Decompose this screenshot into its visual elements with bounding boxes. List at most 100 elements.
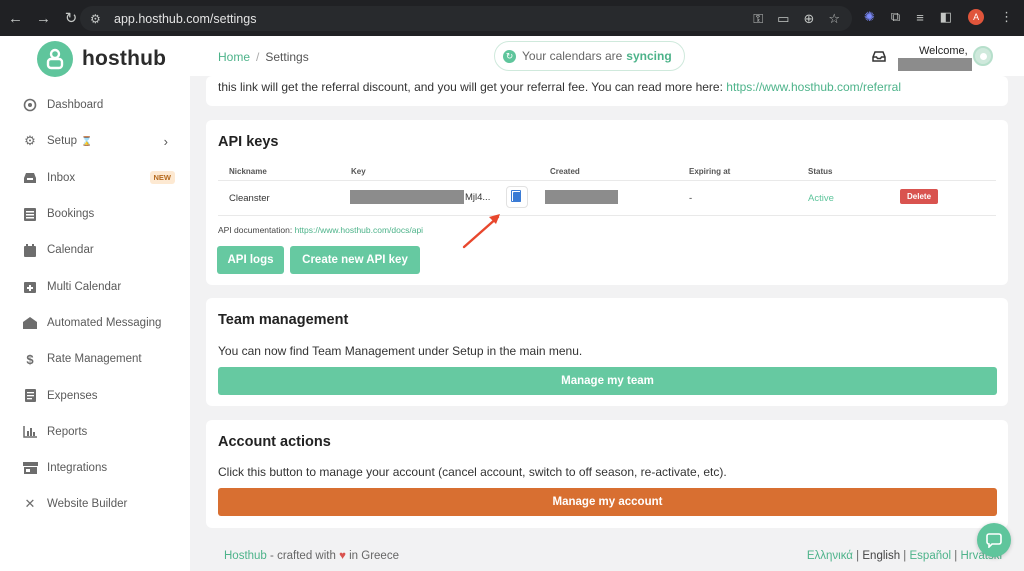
col-status: Status xyxy=(808,167,833,176)
sync-prefix: Your calendars are xyxy=(522,49,623,63)
api-doc-label: API documentation: xyxy=(218,225,293,235)
redacted-key xyxy=(350,190,464,204)
sidebar-item-reports[interactable]: Reports xyxy=(0,414,190,450)
sidebar-item-label: Automated Messaging xyxy=(47,316,162,329)
row-nickname: Cleanster xyxy=(229,193,270,204)
omnibox-actions: ⚿ ▭ ⊕ ☆ xyxy=(753,11,840,27)
row-divider xyxy=(218,215,996,216)
sync-status-pill[interactable]: ↻ Your calendars are syncing xyxy=(494,41,685,71)
sidebar-item-label: Multi Calendar xyxy=(47,280,122,293)
calendar-icon xyxy=(21,243,39,257)
profile-avatar[interactable]: A xyxy=(968,9,985,25)
logo-mark-icon xyxy=(37,41,73,77)
receipt-icon xyxy=(21,389,39,403)
lang-separator: | xyxy=(856,550,860,562)
sidebar-item-automated-messaging[interactable]: Automated Messaging xyxy=(0,305,190,341)
new-badge: NEW xyxy=(149,171,175,185)
logo-text: hosthub xyxy=(82,47,167,70)
gears-icon: ⚙ xyxy=(24,133,36,149)
sidebar-item-expenses[interactable]: Expenses xyxy=(0,377,190,413)
address-url[interactable]: app.hosthub.com/settings xyxy=(114,12,256,26)
sidebar-item-inbox[interactable]: Inbox NEW xyxy=(0,160,190,196)
create-api-key-button[interactable]: Create new API key xyxy=(290,246,420,274)
col-expiring: Expiring at xyxy=(689,167,731,176)
logo[interactable]: hosthub xyxy=(37,41,166,77)
site-info-icon[interactable]: ⚙ xyxy=(90,12,106,26)
account-title: Account actions xyxy=(218,434,331,450)
chevron-right-icon: › xyxy=(163,133,168,149)
api-keys-card: API keys Nickname Key Created Expiring a… xyxy=(206,120,1008,285)
col-created: Created xyxy=(550,167,580,176)
calendar-plus-icon xyxy=(21,280,39,294)
puzzle-icon[interactable]: ⧉ xyxy=(891,9,900,25)
chat-launcher-button[interactable] xyxy=(977,523,1011,557)
sidebar-item-dashboard[interactable]: Dashboard xyxy=(0,87,190,123)
lang-greek[interactable]: Ελληνικά xyxy=(807,550,853,562)
welcome-text: Welcome, xyxy=(919,45,968,57)
lang-spanish[interactable]: Español xyxy=(910,550,952,562)
row-status: Active xyxy=(808,193,834,204)
redacted-username xyxy=(898,58,972,71)
sidebar-item-rate-management[interactable]: $ Rate Management xyxy=(0,341,190,377)
forward-icon[interactable]: → xyxy=(36,10,51,27)
breadcrumb: Home / Settings xyxy=(218,50,309,64)
api-logs-button[interactable]: API logs xyxy=(217,246,284,274)
delete-key-button[interactable]: Delete xyxy=(900,189,939,204)
side-panel-icon[interactable]: ◧ xyxy=(940,9,952,25)
list-icon xyxy=(21,207,39,221)
lang-english[interactable]: English xyxy=(862,550,900,562)
footer-crafted: - crafted with xyxy=(270,550,336,562)
col-key: Key xyxy=(351,167,366,176)
footer-brand[interactable]: Hosthub xyxy=(224,550,267,562)
zoom-icon[interactable]: ⊕ xyxy=(803,11,814,27)
back-icon[interactable]: ← xyxy=(8,10,23,27)
inbox-tray-icon[interactable] xyxy=(872,51,886,65)
sidebar-item-integrations[interactable]: Integrations xyxy=(0,450,190,486)
sidebar-nav: Dashboard ⚙ Setup ⌛ › Inbox NEW Bookings… xyxy=(0,87,190,523)
address-bar[interactable]: ⚙ app.hosthub.com/settings ⚿ ▭ ⊕ ☆ xyxy=(80,6,852,31)
heart-icon: ♥ xyxy=(339,550,346,562)
browser-menu-icon[interactable]: ⋮ xyxy=(1000,9,1013,25)
manage-account-button[interactable]: Manage my account xyxy=(218,488,997,516)
key-icon[interactable]: ⚿ xyxy=(753,11,763,27)
lang-separator: | xyxy=(903,550,907,562)
bookmark-star-icon[interactable]: ☆ xyxy=(828,11,840,27)
lang-separator: | xyxy=(954,550,958,562)
tools-icon: ✕ xyxy=(24,496,36,512)
breadcrumb-current: Settings xyxy=(265,50,309,64)
sidebar-item-label: Dashboard xyxy=(47,99,104,112)
language-switcher: Ελληνικά | English | Español | Hrvatski xyxy=(807,550,1002,562)
sidebar-item-bookings[interactable]: Bookings xyxy=(0,196,190,232)
sidebar-item-label: Calendar xyxy=(47,244,94,257)
api-doc-link[interactable]: https://www.hosthub.com/docs/api xyxy=(295,225,424,235)
cast-icon[interactable]: ▭ xyxy=(777,11,789,27)
extension-icon[interactable]: ✺ xyxy=(864,9,875,25)
api-keys-title: API keys xyxy=(218,134,279,150)
sidebar-item-multi-calendar[interactable]: Multi Calendar xyxy=(0,268,190,304)
referral-text: this link will get the referral discount… xyxy=(218,80,901,94)
sidebar-item-label: Website Builder xyxy=(47,498,128,511)
sidebar-item-label: Bookings xyxy=(47,208,95,221)
referral-card: this link will get the referral discount… xyxy=(206,76,1008,106)
manage-team-button[interactable]: Manage my team xyxy=(218,367,997,395)
referral-body: this link will get the referral discount… xyxy=(218,80,723,94)
api-documentation: API documentation: https://www.hosthub.c… xyxy=(218,225,423,235)
reload-icon[interactable]: ↻ xyxy=(64,9,78,27)
sidebar-item-label: Expenses xyxy=(47,389,98,402)
sidebar-item-website-builder[interactable]: ✕ Website Builder xyxy=(0,486,190,522)
top-header: Home / Settings ↻ Your calendars are synci… xyxy=(190,36,1024,76)
bar-chart-icon xyxy=(21,425,39,439)
referral-link[interactable]: https://www.hosthub.com/referral xyxy=(726,80,901,94)
chat-bubble-icon xyxy=(986,533,1002,548)
reading-list-icon[interactable]: ≡ xyxy=(916,10,924,25)
inbox-icon xyxy=(21,171,39,185)
sidebar: hosthub Dashboard ⚙ Setup ⌛ › Inbox NEW … xyxy=(0,36,190,571)
team-management-card: Team management You can now find Team Ma… xyxy=(206,298,1008,406)
breadcrumb-home[interactable]: Home xyxy=(218,50,250,64)
copy-key-button[interactable] xyxy=(506,186,528,208)
user-avatar[interactable] xyxy=(973,46,993,66)
copy-icon xyxy=(511,190,521,202)
hourglass-icon: ⌛ xyxy=(81,135,93,146)
sidebar-item-setup[interactable]: ⚙ Setup ⌛ › xyxy=(0,123,190,159)
sidebar-item-calendar[interactable]: Calendar xyxy=(0,232,190,268)
